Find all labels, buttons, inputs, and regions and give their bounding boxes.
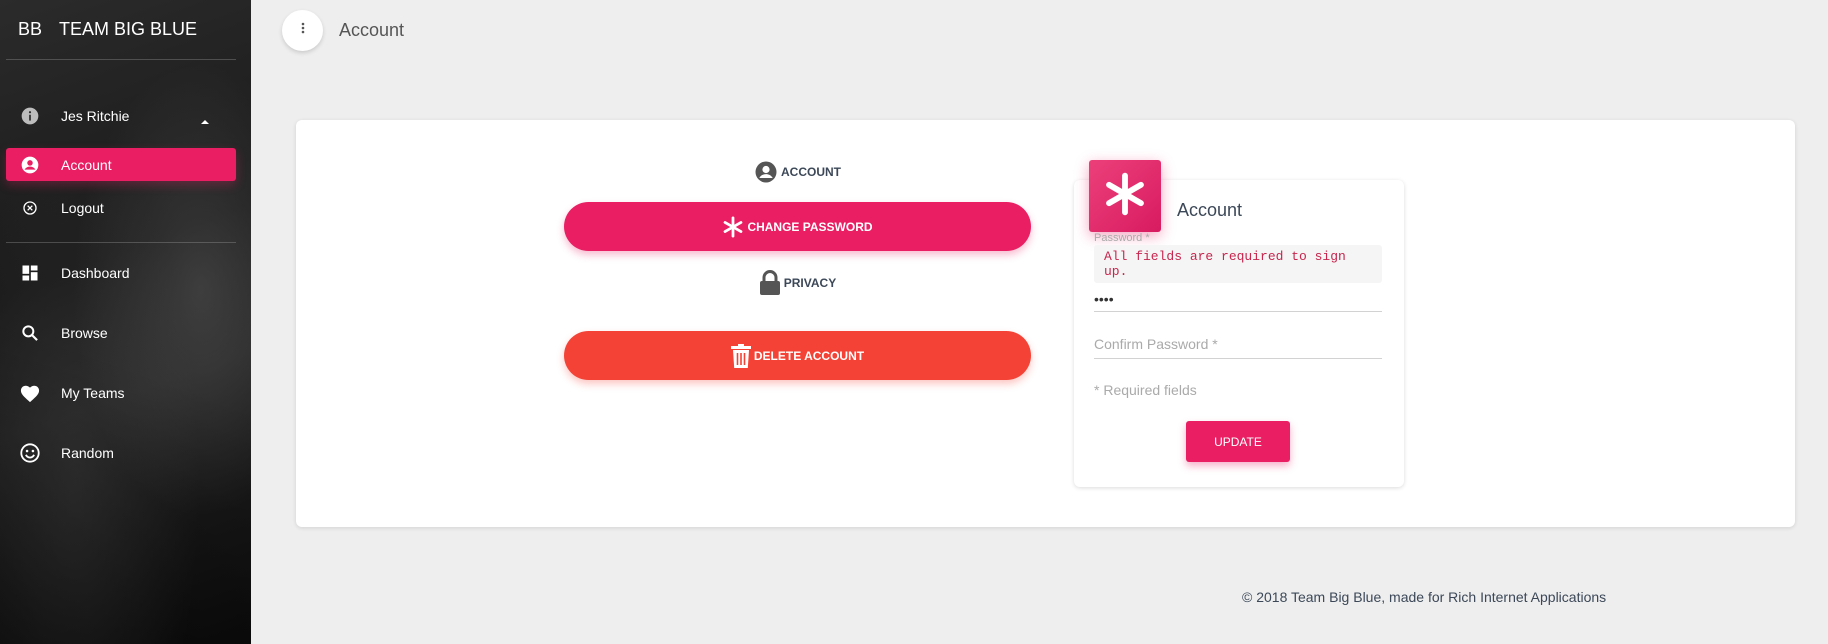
account-section-label: ACCOUNT	[781, 165, 841, 179]
asterisk-icon	[722, 215, 744, 238]
password-field[interactable]: Password * All fields are required to si…	[1094, 232, 1382, 312]
change-password-label: CHANGE PASSWORD	[747, 219, 873, 234]
sidebar-toggle-button[interactable]	[282, 9, 323, 51]
confirm-password-field[interactable]: Confirm Password *	[1094, 336, 1382, 359]
sidebar-item-logout[interactable]: Logout	[6, 191, 236, 224]
sidebar-item-browse[interactable]: Browse	[0, 303, 251, 363]
divider	[6, 59, 236, 60]
brand-name: TEAM BIG BLUE	[59, 19, 198, 39]
sidebar-item-random[interactable]: Random	[0, 423, 251, 483]
account-card: ACCOUNT CHANGE PASSWORD PRIVACY DELETE A…	[296, 120, 1795, 527]
delete-account-button[interactable]: DELETE ACCOUNT	[564, 331, 1031, 380]
sidebar-item-label: My Teams	[61, 385, 125, 401]
asterisk-icon	[1103, 172, 1147, 221]
account-circle-icon	[18, 153, 42, 177]
sidebar-item-label: Dashboard	[61, 265, 130, 281]
caret-up-icon	[201, 120, 209, 124]
smiley-icon	[18, 441, 42, 465]
card-header-badge	[1089, 160, 1161, 232]
delete-account-label: DELETE ACCOUNT	[753, 348, 865, 363]
password-input[interactable]: ••••	[1094, 289, 1382, 312]
account-actions: ACCOUNT CHANGE PASSWORD PRIVACY DELETE A…	[564, 160, 1031, 380]
confirm-password-input[interactable]: Confirm Password *	[1094, 336, 1382, 359]
sidebar-item-my-teams[interactable]: My Teams	[0, 363, 251, 423]
change-password-button[interactable]: CHANGE PASSWORD	[564, 202, 1031, 251]
cancel-circle-icon	[18, 196, 42, 220]
update-button[interactable]: UPDATE	[1186, 421, 1290, 462]
sidebar-item-account[interactable]: Account	[6, 148, 236, 181]
required-fields-note: * Required fields	[1094, 382, 1197, 398]
sidebar-item-label: Logout	[61, 199, 104, 216]
password-label: Password *	[1094, 232, 1150, 244]
user-name: Jes Ritchie	[61, 108, 130, 124]
password-form-card: Account Password * All fields are requir…	[1074, 160, 1404, 487]
more-vert-icon	[301, 21, 305, 39]
dashboard-icon	[18, 261, 42, 285]
page-title: Account	[339, 19, 405, 40]
privacy-section-label: PRIVACY	[783, 276, 837, 290]
heart-icon	[18, 381, 42, 405]
privacy-section-heading: PRIVACY	[564, 269, 1031, 297]
sidebar: BB TEAM BIG BLUE Jes Ritchie Account Log…	[0, 0, 251, 644]
sidebar-item-label: Browse	[61, 325, 108, 341]
top-bar: Account	[251, 0, 1828, 60]
card-title: Account	[1177, 200, 1243, 220]
footer-copyright: © 2018 Team Big Blue, made for Rich Inte…	[1242, 589, 1607, 605]
brand-mini-logo: BB	[18, 19, 43, 39]
sidebar-item-dashboard[interactable]: Dashboard	[0, 243, 251, 303]
sidebar-item-label: Account	[61, 156, 112, 173]
brand[interactable]: BB TEAM BIG BLUE	[0, 0, 251, 59]
error-message: All fields are required to sign up.	[1094, 245, 1382, 283]
trash-icon	[730, 343, 751, 368]
search-icon	[18, 321, 42, 345]
user-menu-toggle[interactable]: Jes Ritchie	[0, 84, 251, 148]
info-icon	[18, 104, 42, 128]
sidebar-item-label: Random	[61, 445, 114, 461]
account-section-heading: ACCOUNT	[564, 160, 1031, 184]
lock-icon	[759, 270, 781, 296]
account-circle-icon	[754, 160, 778, 184]
